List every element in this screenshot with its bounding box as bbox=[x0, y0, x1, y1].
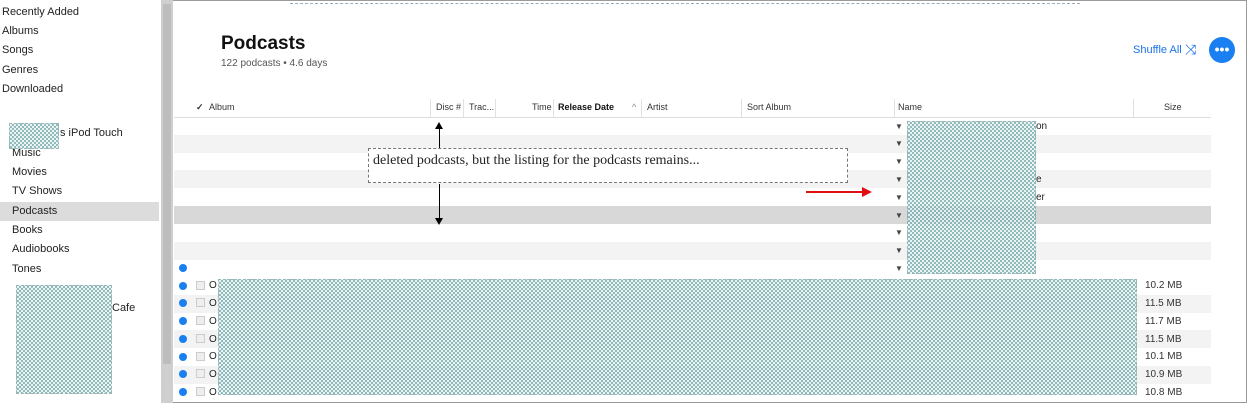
sidebar-scroll-thumb[interactable] bbox=[163, 4, 171, 364]
episode-album-fragment: O bbox=[209, 298, 217, 309]
episode-album-fragment: O bbox=[209, 316, 217, 327]
red-arrow-line bbox=[806, 191, 866, 193]
disclosure-triangle-icon[interactable]: ▼ bbox=[895, 246, 903, 255]
episode-size: 11.7 MB bbox=[1145, 316, 1182, 327]
episode-album-fragment: O bbox=[209, 369, 217, 380]
row-checkbox[interactable] bbox=[196, 298, 205, 307]
playing-dot-icon bbox=[179, 317, 187, 325]
more-button[interactable]: ••• bbox=[1209, 37, 1235, 63]
disclosure-triangle-icon[interactable]: ▼ bbox=[895, 122, 903, 131]
shuffle-all-button[interactable]: Shuffle All bbox=[1133, 44, 1182, 56]
column-track[interactable]: Trac... bbox=[469, 102, 494, 112]
column-album[interactable]: Album bbox=[209, 102, 235, 112]
group-name-tail: er bbox=[1036, 192, 1045, 203]
table-row[interactable] bbox=[174, 224, 1211, 242]
group-name-tail: e bbox=[1036, 174, 1042, 185]
row-checkbox[interactable] bbox=[196, 281, 205, 290]
sidebar-playlist-fragment[interactable]: Cafe bbox=[112, 299, 135, 318]
episode-album-fragment: O bbox=[209, 351, 217, 362]
sidebar-item-tones[interactable]: Tones bbox=[12, 260, 41, 279]
column-name[interactable]: Name bbox=[898, 102, 922, 112]
disclosure-triangle-icon[interactable]: ▼ bbox=[895, 211, 903, 220]
episode-size: 11.5 MB bbox=[1145, 298, 1182, 309]
column-disc[interactable]: Disc # bbox=[436, 102, 461, 112]
column-time[interactable]: Time bbox=[532, 102, 552, 112]
episode-size: 10.8 MB bbox=[1145, 387, 1183, 398]
red-arrow-head-icon bbox=[862, 187, 872, 197]
table-row[interactable] bbox=[174, 188, 1211, 206]
disclosure-triangle-icon[interactable]: ▼ bbox=[895, 157, 903, 166]
sidebar-device-name[interactable]: s iPod Touch bbox=[60, 124, 123, 143]
column-header-row: ✓ Album Disc # Trac... Time Release Date… bbox=[174, 99, 1211, 118]
redacted-episode-details bbox=[218, 279, 1137, 395]
arrow-up-head-icon bbox=[435, 122, 443, 129]
redacted-podcast-names bbox=[907, 121, 1036, 274]
row-checkbox[interactable] bbox=[196, 334, 205, 343]
column-divider bbox=[553, 99, 554, 117]
column-divider bbox=[894, 99, 895, 117]
annotation-arrow-up bbox=[439, 128, 440, 148]
row-checkbox[interactable] bbox=[196, 352, 205, 361]
row-checkbox[interactable] bbox=[196, 369, 205, 378]
redacted-playlists bbox=[16, 285, 112, 394]
playing-dot-icon bbox=[179, 335, 187, 343]
row-checkbox[interactable] bbox=[196, 316, 205, 325]
top-dashed-border bbox=[290, 0, 1080, 4]
arrow-down-head-icon bbox=[435, 218, 443, 225]
column-sort-album[interactable]: Sort Album bbox=[747, 102, 791, 112]
row-checkbox[interactable] bbox=[196, 387, 205, 396]
table-row[interactable] bbox=[174, 117, 1211, 135]
page-subtitle: 122 podcasts • 4.6 days bbox=[221, 58, 328, 69]
table-row[interactable] bbox=[174, 259, 1211, 277]
episode-size: 11.5 MB bbox=[1145, 334, 1182, 345]
column-divider bbox=[463, 99, 464, 117]
page-title: Podcasts bbox=[221, 33, 306, 54]
sidebar-item-genres[interactable]: Genres bbox=[2, 61, 38, 80]
episode-size: 10.1 MB bbox=[1145, 351, 1183, 362]
playing-dot-icon bbox=[179, 353, 187, 361]
sidebar-item-audiobooks[interactable]: Audiobooks bbox=[12, 240, 70, 259]
episode-album-fragment: O bbox=[209, 334, 217, 345]
column-divider bbox=[741, 99, 742, 117]
annotation-note: deleted podcasts, but the listing for th… bbox=[368, 148, 848, 183]
sidebar-item-podcasts[interactable]: Podcasts bbox=[0, 202, 159, 221]
episode-album-fragment: O bbox=[209, 387, 217, 398]
disclosure-triangle-icon[interactable]: ▼ bbox=[895, 175, 903, 184]
group-name-tail: on bbox=[1036, 121, 1048, 132]
episode-size: 10.2 MB bbox=[1145, 280, 1183, 291]
disclosure-triangle-icon[interactable]: ▼ bbox=[895, 139, 903, 148]
disclosure-triangle-icon[interactable]: ▼ bbox=[895, 193, 903, 202]
redacted-device-name bbox=[9, 123, 59, 149]
sidebar-item-tv-shows[interactable]: TV Shows bbox=[12, 182, 62, 201]
episode-album-fragment: O bbox=[209, 280, 217, 291]
sidebar-item-books[interactable]: Books bbox=[12, 221, 43, 240]
sidebar-item-albums[interactable]: Albums bbox=[2, 22, 39, 41]
column-check[interactable]: ✓ bbox=[196, 102, 204, 113]
playing-dot-icon bbox=[179, 388, 187, 396]
playing-dot-icon bbox=[179, 282, 187, 290]
column-divider bbox=[430, 99, 431, 117]
sidebar-item-downloaded[interactable]: Downloaded bbox=[2, 80, 63, 99]
playing-dot-icon bbox=[179, 299, 187, 307]
shuffle-icon[interactable]: ⤨ bbox=[1185, 41, 1196, 58]
column-size[interactable]: Size bbox=[1164, 102, 1182, 112]
table-row[interactable] bbox=[174, 242, 1211, 260]
sidebar-item-songs[interactable]: Songs bbox=[2, 41, 33, 60]
annotation-arrow-down bbox=[439, 184, 440, 218]
sidebar-item-movies[interactable]: Movies bbox=[12, 163, 47, 182]
playing-dot-icon bbox=[179, 370, 187, 378]
column-divider bbox=[1133, 99, 1134, 117]
column-divider bbox=[641, 99, 642, 117]
disclosure-triangle-icon[interactable]: ▼ bbox=[895, 264, 903, 273]
column-artist[interactable]: Artist bbox=[647, 102, 668, 112]
disclosure-triangle-icon[interactable]: ▼ bbox=[895, 228, 903, 237]
column-release-date[interactable]: Release Date bbox=[558, 102, 614, 112]
sort-caret-icon: ^ bbox=[632, 102, 637, 112]
playing-dot-icon bbox=[179, 264, 187, 272]
table-row[interactable] bbox=[174, 206, 1211, 224]
column-divider bbox=[495, 99, 496, 117]
sidebar-item-recently-added[interactable]: Recently Added bbox=[2, 3, 79, 22]
episode-size: 10.9 MB bbox=[1145, 369, 1183, 380]
